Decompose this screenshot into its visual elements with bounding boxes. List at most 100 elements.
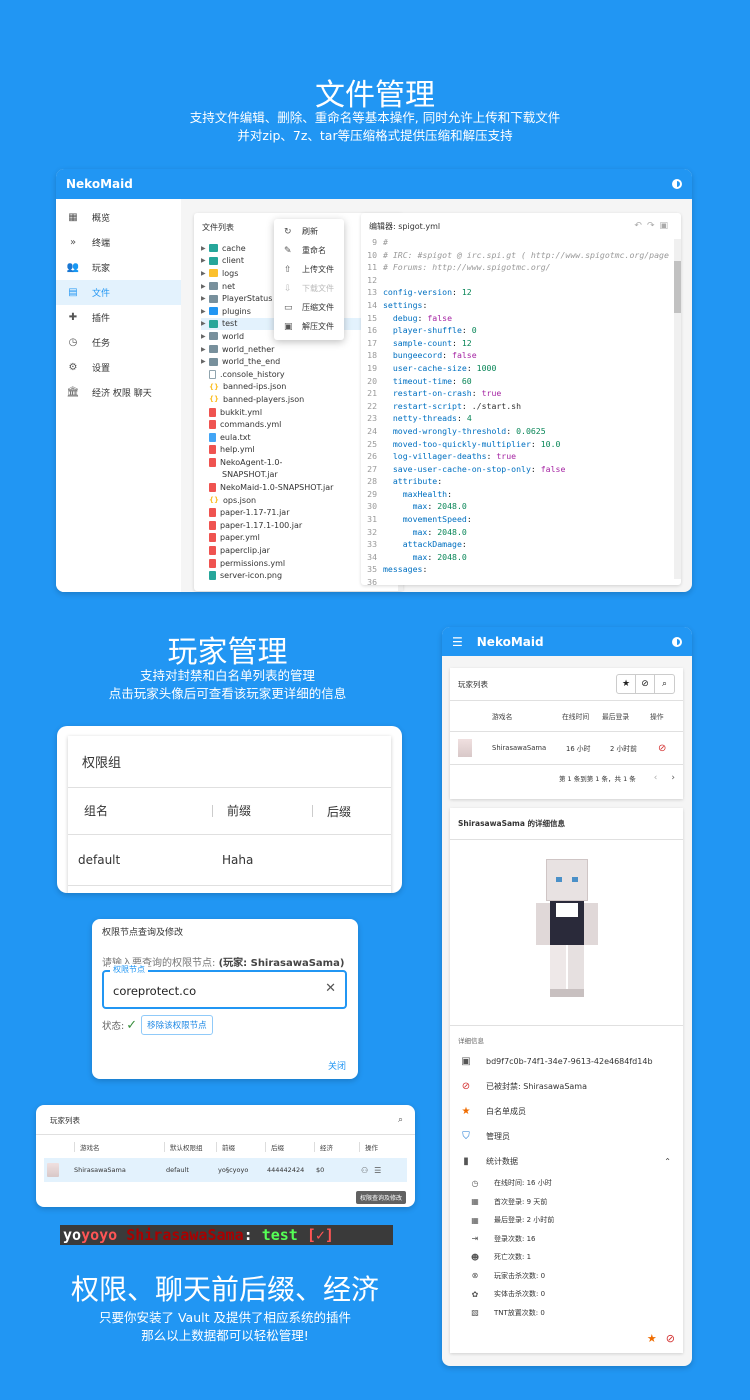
line-number: 14	[367, 299, 377, 310]
player-skin-view[interactable]	[450, 840, 683, 1025]
code-line: 36	[363, 576, 681, 585]
context-menu-item[interactable]: ⇧ 上传文件	[274, 260, 344, 279]
perm-node-label: 权限节点	[110, 964, 148, 975]
sidebar-item-1[interactable]: » 终端	[56, 230, 181, 255]
sidebar-item-2[interactable]: 👥 玩家	[56, 255, 181, 280]
expand-arrow-icon[interactable]: ▶	[201, 295, 209, 302]
context-menu-item[interactable]: ▣ 解压文件	[274, 317, 344, 336]
yaml-key: maxHealth	[383, 488, 448, 499]
app-brand: NekoMaid	[66, 177, 133, 191]
sidebar-item-6[interactable]: ⚙ 设置	[56, 355, 181, 380]
json-file-icon: {}	[209, 496, 219, 505]
prev-page-icon[interactable]: ‹	[654, 773, 658, 783]
remove-node-button[interactable]: 移除该权限节点	[141, 1015, 213, 1035]
expand-arrow-icon[interactable]: ▶	[201, 320, 209, 327]
line-number: 35	[367, 564, 377, 575]
yaml-colon: :	[427, 501, 438, 512]
ban-player-icon[interactable]: ⊘	[666, 1332, 675, 1345]
mobile-player-avatar[interactable]	[458, 739, 472, 757]
mobile-table-row[interactable]: ShirasawaSama 16 小时 2 小时前 ⊘	[450, 732, 683, 764]
expand-arrow-icon[interactable]: ▶	[201, 283, 209, 290]
mobile-search-icon[interactable]: ⌕	[655, 675, 674, 693]
redo-icon[interactable]: ↷	[647, 221, 660, 231]
skull-icon: ☻	[470, 1252, 480, 1262]
line-number: 23	[367, 413, 377, 424]
whitelist-star-icon[interactable]: ★	[647, 1332, 657, 1345]
mini-table-row[interactable]: ShirasawaSama default yo§cyoyo 444442424…	[44, 1158, 407, 1182]
expand-arrow-icon[interactable]: ▶	[201, 257, 209, 264]
info-label: 已被封禁: ShirasawaSama	[486, 1082, 587, 1091]
line-number: 21	[367, 388, 377, 399]
yaml-value: 0.0625	[516, 425, 546, 436]
sidebar-item-3[interactable]: ▤ 文件	[56, 280, 181, 305]
terminal-icon: »	[69, 237, 77, 248]
upload-icon: ⇧	[284, 264, 292, 275]
refresh-icon: ↻	[284, 226, 292, 237]
theme-toggle-icon[interactable]	[672, 179, 682, 189]
sidebar-item-7[interactable]: 🏛 经济 权限 聊天	[56, 380, 181, 405]
edit-icon: ✎	[284, 245, 292, 256]
filter-whitelist-icon[interactable]: ★	[617, 675, 636, 693]
sidebar-item-5[interactable]: ◷ 任务	[56, 330, 181, 355]
next-page-icon[interactable]: ›	[671, 773, 675, 783]
player-detail-card: ShirasawaSama 的详细信息 详细信息 ▣ bd9f7c0b-74f1-…	[450, 808, 683, 1353]
expand-arrow-icon[interactable]: ▶	[201, 333, 209, 340]
filter-banned-icon[interactable]: ⊘	[636, 675, 655, 693]
expand-arrow-icon[interactable]: ▶	[201, 358, 209, 365]
context-menu-label: 解压文件	[302, 322, 334, 331]
yaml-value: 2048.0	[437, 526, 467, 537]
group-name-cell: default	[78, 853, 121, 867]
yaml-colon: :	[530, 463, 541, 474]
archive-icon: ▭	[284, 302, 293, 313]
list-icon[interactable]: ☰	[374, 1166, 381, 1175]
yaml-value: false	[452, 350, 477, 361]
skin-eye-right	[571, 876, 578, 882]
menu-icon[interactable]: ☰	[452, 635, 463, 649]
code-line: 10 # IRC: #spigot @ irc.spi.gt ( http://w…	[363, 249, 681, 262]
group-icon[interactable]: ⚇	[361, 1166, 368, 1175]
editor-scrollbar[interactable]	[674, 239, 681, 579]
code-line: 21 restart-on-crash: true	[363, 387, 681, 400]
sidebar-item-label: 文件	[92, 289, 111, 299]
perm-group-row[interactable]: default Haha	[68, 835, 391, 885]
perm-node-input[interactable]: coreprotect.co	[113, 984, 196, 998]
sidebar-item-label: 经济 权限 聊天	[92, 389, 152, 399]
search-icon[interactable]: ⌕	[398, 1115, 403, 1126]
yaml-key: restart-script	[383, 400, 462, 411]
editor-panel: 编辑器: spigot.yml ↶↷▣ 9 #10 # IRC: #spigot @…	[361, 213, 681, 585]
image-file-icon	[209, 571, 216, 581]
expand-arrow-icon[interactable]: ▶	[201, 270, 209, 277]
mobile-window: ☰ NekoMaid 玩家列表 ★ ⊘ ⌕ 游戏名 在线时间 最后登录 操作 S…	[442, 627, 692, 1366]
context-menu-item[interactable]: ✎ 重命名	[274, 241, 344, 260]
collapse-icon[interactable]: ⌃	[664, 1157, 671, 1166]
sidebar-item-label: 设置	[92, 364, 111, 374]
context-menu-item[interactable]: ▭ 压缩文件	[274, 298, 344, 317]
line-number: 34	[367, 551, 377, 562]
perm-group-card: 权限组 组名 前缀 后缀 default Haha	[68, 736, 391, 893]
player-avatar[interactable]	[47, 1163, 59, 1177]
info-item[interactable]: ▮ 统计数据 ⌃	[450, 1149, 683, 1174]
close-button[interactable]: 关闭	[328, 1059, 346, 1072]
yaml-value: 4	[466, 413, 472, 424]
expand-arrow-icon[interactable]: ▶	[201, 308, 209, 315]
expand-arrow-icon[interactable]: ▶	[201, 245, 209, 252]
stat-label: TNT放置次数: 0	[494, 1308, 545, 1317]
code-area[interactable]: 9 #10 # IRC: #spigot @ irc.spi.gt ( http:/…	[361, 236, 681, 585]
code-line: 34 max: 2048.0	[363, 551, 681, 564]
mini-row-prefix: yo§cyoyo	[218, 1166, 249, 1174]
code-line: 28 attribute:	[363, 475, 681, 488]
ban-icon[interactable]: ⊘	[658, 743, 666, 754]
mobile-theme-toggle-icon[interactable]	[672, 636, 682, 647]
save-icon[interactable]: ▣	[659, 221, 673, 231]
clear-icon[interactable]: ✕	[325, 981, 336, 996]
sidebar-item-4[interactable]: ✚ 插件	[56, 305, 181, 330]
player-skin-model[interactable]	[528, 858, 606, 1007]
yaml-key: log-villager-deaths	[383, 451, 487, 462]
context-menu-item[interactable]: ↻ 刷新	[274, 222, 344, 241]
gear-icon: ⚙	[68, 362, 78, 373]
sidebar-item-0[interactable]: ▦ 概览	[56, 205, 181, 230]
expand-arrow-icon[interactable]: ▶	[201, 346, 209, 353]
undo-icon[interactable]: ↶	[634, 221, 647, 231]
file-name: world_the_end	[222, 357, 281, 367]
perm-node-field[interactable]: 权限节点 coreprotect.co ✕	[102, 964, 347, 1009]
